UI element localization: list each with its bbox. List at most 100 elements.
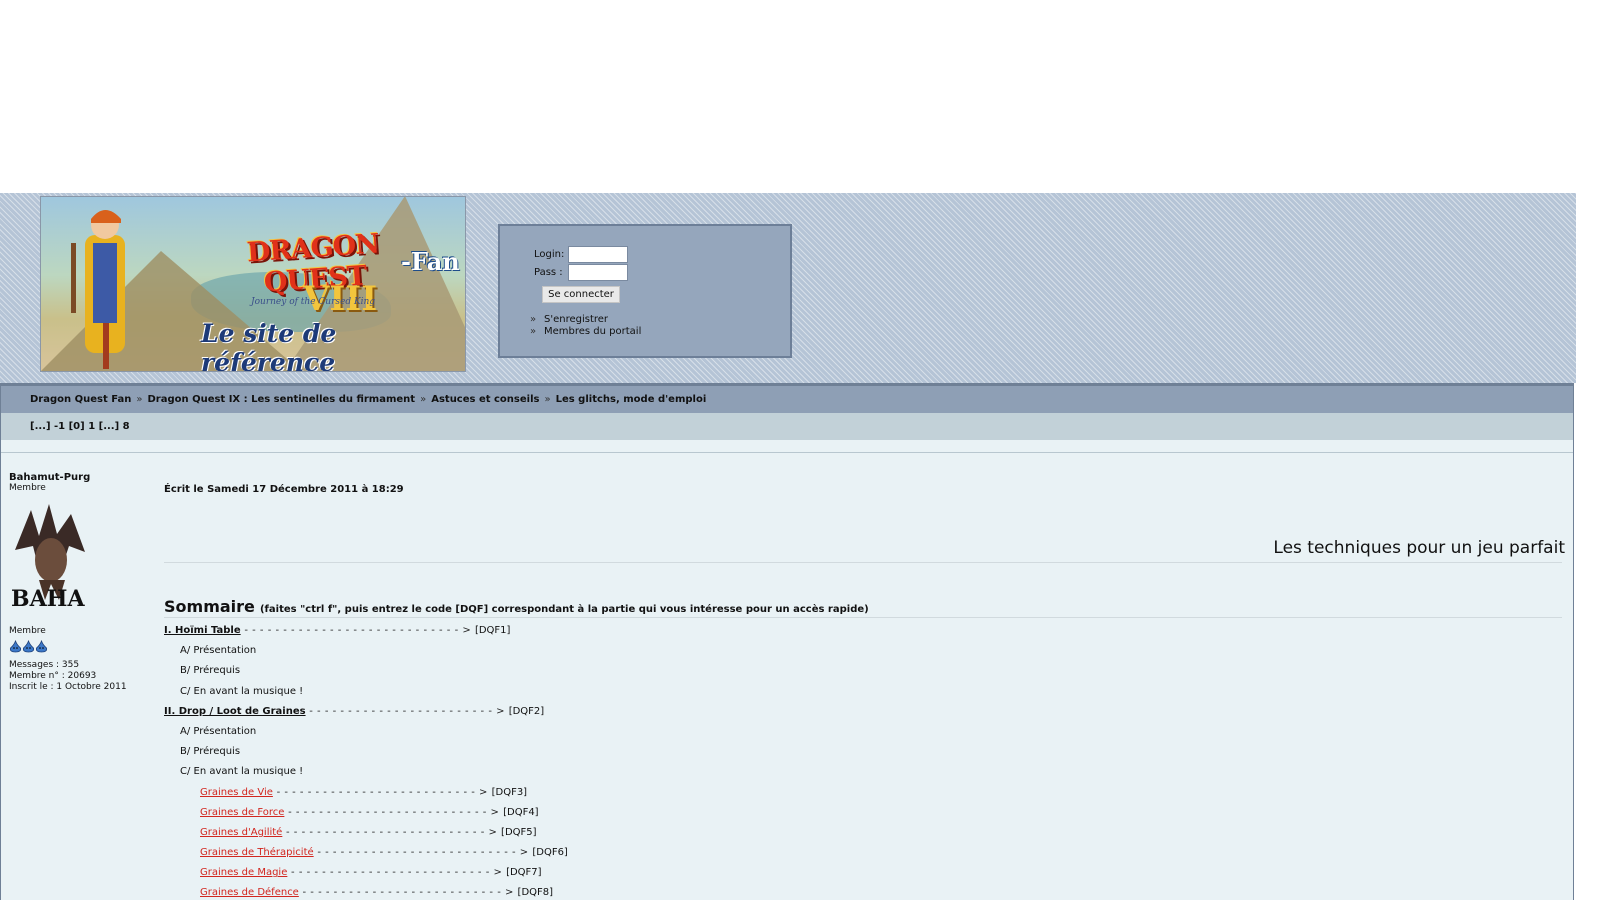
pagination-bar: [...] -1 [0] 1 [...] 8 <box>1 413 1573 440</box>
password-row: Pass : <box>534 264 628 281</box>
toc-seed-link[interactable]: Graines de Magie <box>200 867 287 878</box>
register-link-row[interactable]: » S'enregistrer <box>530 314 641 326</box>
toc-seed-row: Graines de Force - - - - - - - - - - - -… <box>164 803 864 823</box>
toc-leader-dots: - - - - - - - - - - - - - - - - - - - - … <box>282 826 502 838</box>
toc-sub-row: B/ Prérequis <box>164 661 864 681</box>
toc-code: [DQF3] <box>491 786 528 798</box>
toc-code: [DQF6] <box>532 847 568 859</box>
banner-logo-fan: -Fan <box>401 247 460 276</box>
avatar-text: BAHA <box>11 586 85 610</box>
breadcrumb: Dragon Quest Fan » Dragon Quest IX : Les s… <box>30 394 706 405</box>
hero-illustration <box>71 210 125 369</box>
members-link-row[interactable]: » Membres du portail <box>530 326 641 338</box>
author-member-number: Membre n° : 20693 <box>9 671 97 681</box>
banner-logo-subtitle: Journey of the Cursed King <box>251 297 376 307</box>
toc-seed-link[interactable]: Graines de Force <box>200 807 284 818</box>
toc-leader-dots: - - - - - - - - - - - - - - - - - - - - … <box>305 705 509 717</box>
toc-sub-label: A/ Présentation <box>180 645 257 657</box>
toc-code: [DQF2] <box>508 705 545 717</box>
breadcrumb-separator: » <box>136 394 143 405</box>
toc-seed-row: Graines d'Agilité - - - - - - - - - - - … <box>164 823 864 843</box>
breadcrumb-item-topic[interactable]: Les glitchs, mode d'emploi <box>556 394 707 405</box>
toc-code: [DQF5] <box>501 826 537 838</box>
summary-note: (faites "ctrl f", puis entrez le code [D… <box>259 604 869 615</box>
toc-sub-label: C/ En avant la musique ! <box>180 766 304 778</box>
chevron-right-icon: » <box>530 326 537 337</box>
summary-title: Sommaire (faites "ctrl f", puis entrez l… <box>164 597 869 616</box>
author-name[interactable]: Bahamut-Purg <box>9 472 149 483</box>
toc-seed-row: Graines de Magie - - - - - - - - - - - -… <box>164 863 864 883</box>
breadcrumb-item-game[interactable]: Dragon Quest IX : Les sentinelles du fir… <box>147 394 415 405</box>
summary-title-text: Sommaire <box>164 597 255 616</box>
author-joined: Inscrit le : 1 Octobre 2011 <box>9 682 127 692</box>
author-role: Membre <box>9 483 46 493</box>
author-info: Bahamut-Purg Membre <box>9 472 149 494</box>
login-panel: Login: Pass : Se connecter » S'enregistre… <box>498 224 792 358</box>
toc-code: [DQF8] <box>517 887 554 899</box>
slime-icon <box>22 639 35 653</box>
divider <box>164 562 1562 563</box>
slime-icon <box>9 639 22 653</box>
toc-sub-label: C/ En avant la musique ! <box>180 685 304 697</box>
login-links: » S'enregistrer » Membres du portail <box>530 314 641 338</box>
toc-seed-link[interactable]: Graines d'Agilité <box>200 827 282 838</box>
toc-sub-label: B/ Prérequis <box>180 746 241 758</box>
toc-sub-row: C/ En avant la musique ! <box>164 762 864 782</box>
table-of-contents: I. Hoïmi Table - - - - - - - - - - - - -… <box>164 621 864 904</box>
toc-sub-row: C/ En avant la musique ! <box>164 682 864 702</box>
author-stats: Messages : 355 Membre n° : 20693 Inscrit… <box>9 660 127 693</box>
toc-seed-link[interactable]: Graines de Vie <box>200 787 273 798</box>
pagination[interactable]: [...] -1 [0] 1 [...] 8 <box>30 421 130 432</box>
divider <box>164 617 1562 618</box>
toc-leader-dots: - - - - - - - - - - - - - - - - - - - - … <box>284 806 504 818</box>
toc-sub-row: A/ Présentation <box>164 641 864 661</box>
author-messages: Messages : 355 <box>9 660 80 670</box>
toc-leader-dots: - - - - - - - - - - - - - - - - - - - - … <box>272 786 492 798</box>
chevron-right-icon: » <box>530 314 537 325</box>
password-input[interactable] <box>568 264 628 281</box>
toc-leader-dots: - - - - - - - - - - - - - - - - - - - - … <box>298 887 518 899</box>
breadcrumb-separator: » <box>544 394 551 405</box>
login-button[interactable]: Se connecter <box>542 286 620 303</box>
toc-sub-label: A/ Présentation <box>180 725 257 737</box>
toc-section-link[interactable]: I. Hoïmi Table <box>164 625 241 636</box>
toc-seed-row: Graines de Thérapicité - - - - - - - - -… <box>164 843 864 863</box>
rank-label: Membre <box>9 626 46 636</box>
post-heading: Les techniques pour un jeu parfait <box>1273 538 1565 558</box>
toc-section-row: II. Drop / Loot de Graines - - - - - - -… <box>164 702 864 722</box>
toc-leader-dots: - - - - - - - - - - - - - - - - - - - - … <box>313 847 533 859</box>
members-link[interactable]: Membres du portail <box>544 326 641 337</box>
login-input[interactable] <box>568 246 628 263</box>
toc-code: [DQF7] <box>506 867 542 879</box>
breadcrumb-bar: Dragon Quest Fan » Dragon Quest IX : Les s… <box>1 384 1573 413</box>
password-label: Pass : <box>534 267 563 278</box>
toc-section-row: I. Hoïmi Table - - - - - - - - - - - - -… <box>164 621 864 641</box>
toc-sub-label: B/ Prérequis <box>180 665 241 677</box>
site-banner[interactable]: DRAGON QUEST -Fan VIII Journey of the Cu… <box>40 196 466 372</box>
slime-icon <box>35 639 48 653</box>
toc-code: [DQF4] <box>503 806 539 818</box>
login-label: Login: <box>534 249 565 260</box>
banner-tagline: Le site de référence <box>201 319 337 372</box>
toc-seed-link[interactable]: Graines de Thérapicité <box>200 847 314 858</box>
breadcrumb-separator: » <box>420 394 427 405</box>
toc-seed-row: Graines de Défence - - - - - - - - - - -… <box>164 883 864 903</box>
toc-leader-dots: - - - - - - - - - - - - - - - - - - - - … <box>287 867 507 879</box>
toc-sub-row: B/ Prérequis <box>164 742 864 762</box>
forum-container: Dragon Quest Fan » Dragon Quest IX : Les s… <box>0 383 1574 900</box>
divider <box>1 452 1573 453</box>
avatar: BAHA <box>11 504 85 610</box>
breadcrumb-item-forum[interactable]: Astuces et conseils <box>431 394 539 405</box>
toc-code: [DQF1] <box>474 625 511 636</box>
toc-sub-row: A/ Présentation <box>164 722 864 742</box>
toc-seed-row: Graines de Vie - - - - - - - - - - - - -… <box>164 783 864 803</box>
post-date: Écrit le Samedi 17 Décembre 2011 à 18:29 <box>164 484 404 495</box>
login-row: Login: <box>534 246 628 263</box>
breadcrumb-item-home[interactable]: Dragon Quest Fan <box>30 394 131 405</box>
toc-seed-link[interactable]: Graines de Défence <box>200 887 299 898</box>
toc-leader-dots: - - - - - - - - - - - - - - - - - - - - … <box>240 625 475 636</box>
toc-section-link[interactable]: II. Drop / Loot de Graines <box>164 706 306 717</box>
site-header: DRAGON QUEST -Fan VIII Journey of the Cu… <box>0 193 1576 383</box>
rank-icons <box>9 638 48 657</box>
register-link[interactable]: S'enregistrer <box>544 314 608 325</box>
